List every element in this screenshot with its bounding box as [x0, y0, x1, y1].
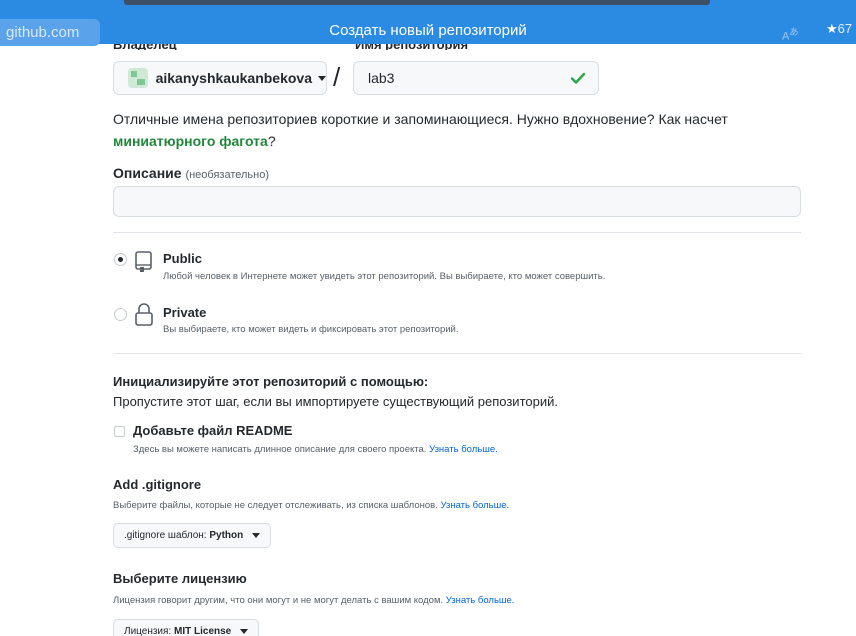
license-learn-more-link[interactable]: Узнать больше.: [446, 595, 515, 606]
owner-name: aikanyshkaukanbekova: [155, 70, 312, 86]
license-desc: Лицензия говорит другим, что они могут и…: [113, 595, 515, 606]
star-count[interactable]: ★67: [826, 21, 852, 37]
repo-name-input[interactable]: lab3: [353, 61, 599, 95]
description-label: Описание (необязательно): [113, 165, 270, 181]
private-title: Private: [163, 305, 207, 320]
divider: [113, 232, 801, 233]
license-select[interactable]: Лицензия: MIT License: [113, 619, 260, 636]
avatar: [128, 68, 148, 88]
gitignore-title: Add .gitignore: [113, 477, 202, 492]
init-title: Инициализируйте этот репозиторий с помощ…: [113, 374, 429, 389]
gitignore-learn-more-link[interactable]: Узнать больше.: [440, 500, 509, 511]
readme-learn-more-link[interactable]: Узнать больше.: [429, 444, 498, 455]
chevron-down-icon: [240, 629, 249, 634]
repo-name-label: Имя репозитория: [355, 44, 468, 50]
page-title: Создать новый репозиторий: [329, 22, 527, 39]
name-suggestion-link[interactable]: миниатюрного фагота: [113, 133, 268, 149]
translate-icon[interactable]: Aあ: [782, 24, 799, 43]
gitignore-template-select[interactable]: .gitignore шаблон: Python: [113, 523, 272, 548]
chevron-down-icon: [318, 75, 326, 81]
gitignore-desc: Выберите файлы, которые не следует отсле…: [113, 500, 510, 511]
chevron-down-icon: [252, 533, 261, 538]
divider: [113, 353, 801, 354]
init-subtitle: Пропустите этот шаг, если вы импортирует…: [113, 394, 558, 409]
owner-repo-separator: /: [333, 62, 341, 92]
repo-name-value: lab3: [368, 70, 395, 86]
lock-icon: [135, 303, 153, 326]
owner-label: Владелец: [113, 44, 177, 50]
readme-checkbox[interactable]: [114, 426, 125, 437]
toolbar-strip: [124, 0, 710, 5]
private-desc: Вы выбираете, кто может видеть и фиксиро…: [163, 324, 459, 335]
public-title: Public: [163, 251, 203, 266]
readme-label[interactable]: Добавьте файл README: [133, 423, 292, 438]
browser-toolbar: github.com Создать новый репозиторий Aあ …: [0, 0, 856, 46]
license-title: Выберите лицензию: [113, 571, 247, 586]
description-input[interactable]: [113, 186, 801, 217]
repo-icon: [135, 251, 152, 272]
check-icon: [570, 72, 586, 84]
private-radio[interactable]: [114, 308, 127, 321]
public-desc: Любой человек в Интернете может увидеть …: [163, 271, 606, 282]
readme-desc: Здесь вы можете написать длинное описани…: [133, 444, 498, 455]
public-radio[interactable]: [114, 253, 127, 266]
star-icon: ★: [826, 21, 838, 36]
repo-name-hint: Отличные имена репозиториев короткие и з…: [113, 111, 728, 149]
owner-select[interactable]: aikanyshkaukanbekova: [113, 61, 327, 95]
